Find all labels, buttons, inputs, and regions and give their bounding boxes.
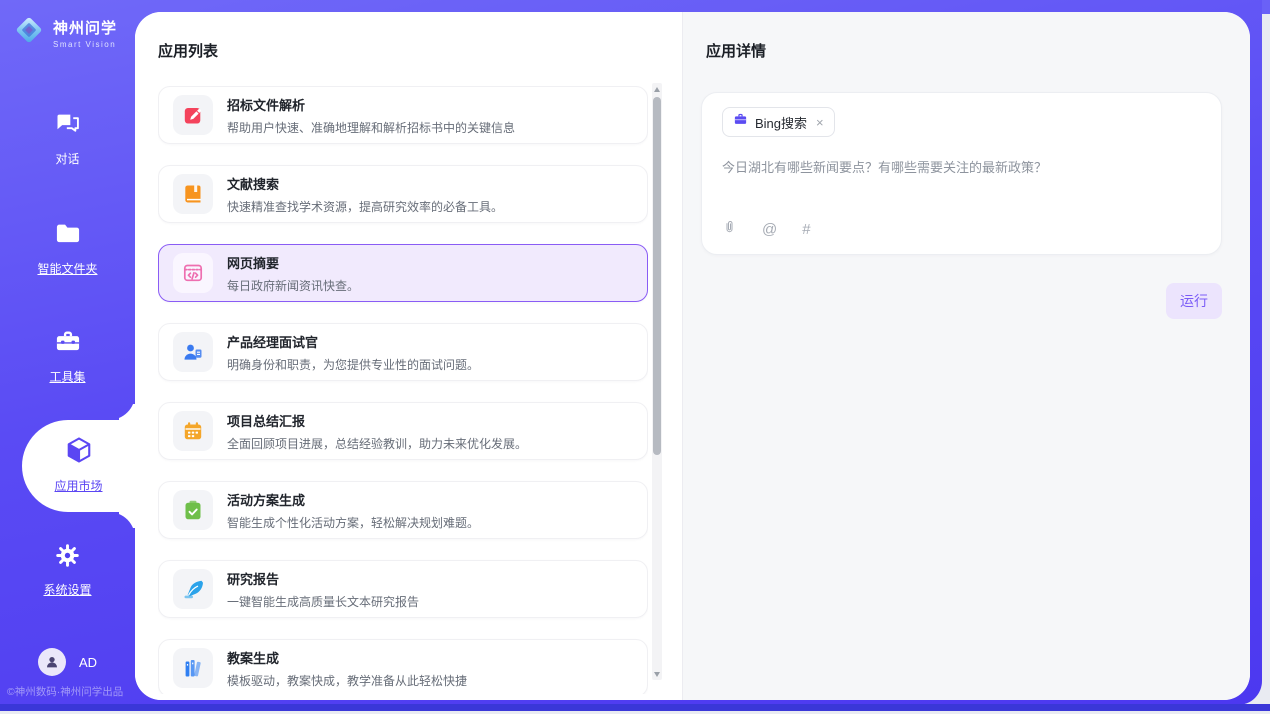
scroll-up-icon[interactable] [652,83,662,95]
webpage-icon [173,253,213,293]
app-list-title: 应用列表 [158,40,218,61]
hash-icon[interactable]: # [802,221,810,238]
prompt-input[interactable]: 今日湖北有哪些新闻要点？有哪些需要关注的最新政策？ [722,158,1201,178]
app-card-research-report[interactable]: 研究报告 一键智能生成高质量长文本研究报告 [158,560,648,618]
app-detail-panel: 应用详情 Bing搜索 × 今日湖北有哪些新闻要点？有哪些需要关注的最新政策？ [683,12,1250,700]
doc-edit-icon [173,95,213,135]
sidebar-item-settings[interactable]: 系统设置 [0,542,135,598]
app-card-literature-search[interactable]: 文献搜索 快速精准查找学术资源，提高研究效率的必备工具。 [158,165,648,223]
bottom-accent-bar [0,704,1270,711]
sidebar-item-chat[interactable]: 对话 [0,110,135,167]
sidebar-item-toolset[interactable]: 工具集 [0,328,135,385]
app-card-title: 研究报告 [227,569,419,588]
run-row: 运行 [683,283,1222,319]
tool-chip-label: Bing搜索 [755,113,807,132]
close-icon[interactable]: × [816,115,824,130]
app-card-title: 产品经理面试官 [227,332,479,351]
app-card-desc: 全面回顾项目进展，总结经验教训，助力未来优化发展。 [227,435,527,452]
sidebar-item-label: 工具集 [0,368,135,385]
logo-subtitle: Smart Vision [53,40,117,49]
tool-chip-bing-search[interactable]: Bing搜索 × [722,107,835,137]
composer-toolbar: @ # [722,218,811,241]
run-button[interactable]: 运行 [1166,283,1222,319]
app-card-desc: 一键智能生成高质量长文本研究报告 [227,593,419,610]
avatar [38,648,66,676]
app-card-title: 活动方案生成 [227,490,479,509]
app-card-title: 招标文件解析 [227,95,515,114]
sidebar-item-label: 系统设置 [0,581,135,598]
prompt-card: Bing搜索 × 今日湖北有哪些新闻要点？有哪些需要关注的最新政策？ @ # [701,92,1222,255]
clipboard-check-icon [173,490,213,530]
app-card-desc: 每日政府新闻资讯快查。 [227,277,359,294]
app-card-desc: 明确身份和职责，为您提供专业性的面试问题。 [227,356,479,373]
briefcase-icon [733,112,748,132]
sidebar-item-label: 对话 [0,150,135,167]
sidebar: 神州问学 Smart Vision 对话 智能文件夹 [0,0,135,705]
interviewer-icon [173,332,213,372]
sidebar-item-app-market[interactable]: 应用市场 [22,420,135,512]
scrollbar-thumb[interactable] [653,97,661,455]
research-icon [173,569,213,609]
folder-icon [54,235,82,252]
main-content: 应用列表 招标文件解析 帮助用户快速、准确地理解和解析招标书中的关键信息 [135,12,1250,700]
app-card-desc: 模板驱动，教案快成，教学准备从此轻松快捷 [227,672,467,689]
user-name: AD [79,655,97,670]
app-logo: 神州问学 Smart Vision [12,13,117,52]
app-card-pm-interviewer[interactable]: 产品经理面试官 明确身份和职责，为您提供专业性的面试问题。 [158,323,648,381]
scroll-down-icon[interactable] [652,668,662,680]
sidebar-item-smart-folder[interactable]: 智能文件夹 [0,220,135,277]
app-card-desc: 帮助用户快速、准确地理解和解析招标书中的关键信息 [227,119,515,136]
app-card-title: 文献搜索 [227,174,503,193]
app-card-desc: 智能生成个性化活动方案，轻松解决规划难题。 [227,514,479,531]
toolbox-icon [54,343,82,360]
app-card-title: 项目总结汇报 [227,411,527,430]
app-card-desc: 快速精准查找学术资源，提高研究效率的必备工具。 [227,198,503,215]
app-card-event-plan[interactable]: 活动方案生成 智能生成个性化活动方案，轻松解决规划难题。 [158,481,648,539]
logo-diamond-icon [12,13,46,52]
user-account[interactable]: AD [38,648,97,676]
sidebar-item-label: 应用市场 [22,477,135,494]
chat-icon [54,125,82,142]
app-list-panel: 应用列表 招标文件解析 帮助用户快速、准确地理解和解析招标书中的关键信息 [135,12,683,700]
app-card-webpage-summary[interactable]: 网页摘要 每日政府新闻资讯快查。 [158,244,648,302]
app-card-bid-parse[interactable]: 招标文件解析 帮助用户快速、准确地理解和解析招标书中的关键信息 [158,86,648,144]
app-card-title: 网页摘要 [227,253,359,272]
book-icon [173,174,213,214]
app-detail-title: 应用详情 [706,40,766,61]
paperclip-icon[interactable] [722,218,737,241]
app-card-list: 招标文件解析 帮助用户快速、准确地理解和解析招标书中的关键信息 文献搜索 [158,86,648,694]
gear-icon [54,556,81,573]
cube-icon [64,452,94,469]
logo-title: 神州问学 [53,17,117,38]
app-card-project-summary[interactable]: 项目总结汇报 全面回顾项目进展，总结经验教训，助力未来优化发展。 [158,402,648,460]
mention-icon[interactable]: @ [762,221,777,238]
calendar-icon [173,411,213,451]
books-icon [173,648,213,688]
copyright-footer: ©神州数码·神州问学出品 [7,684,123,699]
app-card-lesson-plan[interactable]: 教案生成 模板驱动，教案快成，教学准备从此轻松快捷 [158,639,648,694]
sidebar-item-label: 智能文件夹 [0,260,135,277]
app-list-scrollbar[interactable] [652,83,662,680]
app-card-title: 教案生成 [227,648,467,667]
